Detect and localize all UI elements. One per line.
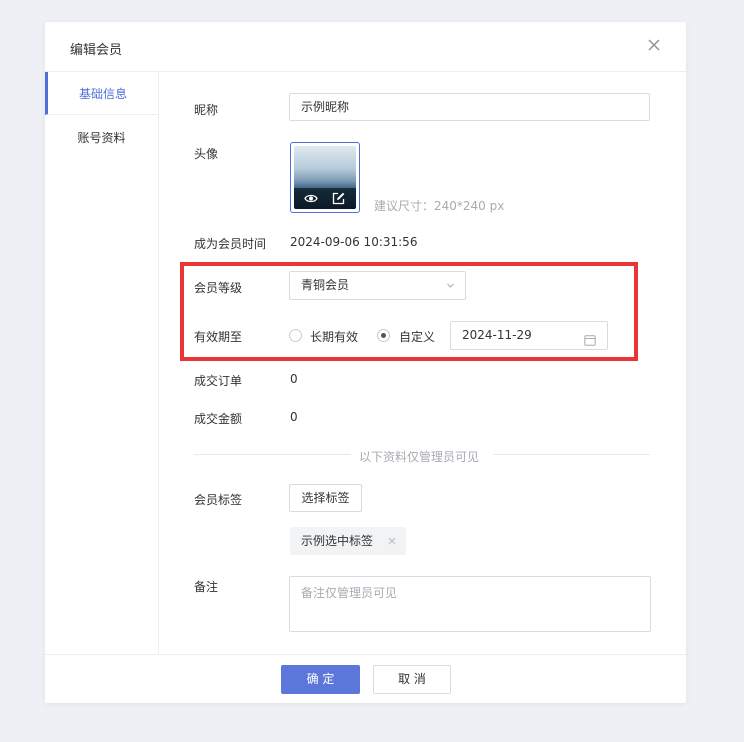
- confirm-label: 确 定: [306, 672, 335, 686]
- confirm-button[interactable]: 确 定: [281, 665, 360, 694]
- remark-textarea[interactable]: 备注仅管理员可见: [289, 576, 651, 632]
- avatar-image: [294, 146, 356, 209]
- nickname-input[interactable]: 示例昵称: [289, 93, 650, 121]
- avatar-actions-bar: [294, 188, 356, 209]
- admin-only-divider-text: 以下资料仅管理员可见: [359, 450, 480, 464]
- orders-value: 0: [290, 372, 298, 386]
- cancel-button[interactable]: 取 消: [373, 665, 451, 694]
- cancel-label: 取 消: [398, 672, 426, 686]
- remark-label: 备注: [194, 580, 219, 594]
- close-icon[interactable]: [388, 527, 396, 565]
- selected-tag-chip: 示例选中标签: [290, 527, 406, 555]
- amount-label: 成交金额: [194, 412, 243, 426]
- side-nav: 基础信息 账号资料: [45, 72, 159, 655]
- divider-line-right: [493, 454, 650, 455]
- avatar-label: 头像: [194, 147, 219, 161]
- nickname-label: 昵称: [194, 103, 219, 117]
- member-since-label: 成为会员时间: [194, 237, 267, 251]
- member-since-value: 2024-09-06 10:31:56: [290, 235, 418, 249]
- eye-icon[interactable]: [304, 192, 318, 208]
- highlight-box: [180, 262, 638, 361]
- divider-line-left: [194, 454, 351, 455]
- close-icon[interactable]: [644, 35, 664, 55]
- edit-icon[interactable]: [332, 192, 345, 208]
- nav-item-account-info[interactable]: 账号资料: [45, 116, 158, 160]
- avatar-size-hint: 建议尺寸：240*240 px: [374, 199, 505, 213]
- edit-member-dialog: 编辑会员 基础信息 账号资料 昵称 示例昵称 头像 建议尺寸：240*240 p…: [45, 22, 686, 703]
- remark-placeholder: 备注仅管理员可见: [301, 586, 398, 600]
- amount-value: 0: [290, 410, 298, 424]
- nickname-value: 示例昵称: [301, 100, 350, 114]
- dialog-header: 编辑会员: [45, 22, 686, 72]
- selected-tag-label: 示例选中标签: [301, 534, 374, 548]
- dialog-footer: 确 定 取 消: [45, 654, 686, 703]
- dialog-title: 编辑会员: [70, 43, 123, 58]
- avatar-uploader[interactable]: [290, 142, 360, 213]
- select-tags-label: 选择标签: [301, 491, 350, 505]
- nav-item-basic-info[interactable]: 基础信息: [45, 72, 158, 115]
- select-tags-button[interactable]: 选择标签: [289, 484, 362, 512]
- nav-item-label: 账号资料: [77, 131, 126, 145]
- nav-item-label: 基础信息: [78, 87, 127, 101]
- orders-label: 成交订单: [194, 374, 243, 388]
- member-tags-label: 会员标签: [194, 493, 243, 507]
